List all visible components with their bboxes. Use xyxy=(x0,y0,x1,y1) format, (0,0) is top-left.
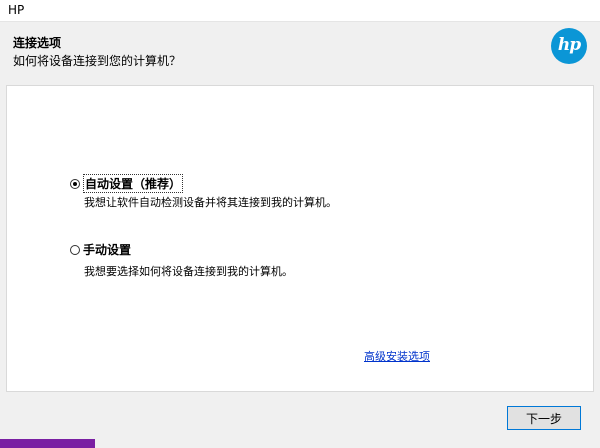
hp-logo-icon: hp xyxy=(551,28,587,64)
taskbar-strip xyxy=(0,439,95,448)
option-manual-setup[interactable]: 手动设置 xyxy=(70,241,131,258)
hp-logo-text: hp xyxy=(557,35,581,55)
window-titlebar: HP xyxy=(0,0,600,22)
advanced-install-options-link[interactable]: 高级安装选项 xyxy=(364,348,430,364)
radio-auto-setup[interactable] xyxy=(70,178,80,189)
window-title: HP xyxy=(8,3,25,17)
radio-manual-setup[interactable] xyxy=(70,244,80,255)
dialog-header: 连接选项 如何将设备连接到您的计算机？ xyxy=(0,22,600,82)
next-button[interactable]: 下一步 xyxy=(507,406,581,430)
header-title: 连接选项 xyxy=(13,36,62,50)
option-auto-setup[interactable]: 自动设置（推荐） xyxy=(70,174,184,193)
header-subtitle: 如何将设备连接到您的计算机？ xyxy=(13,54,182,68)
option-auto-setup-description: 我想让软件自动检测设备并将其连接到我的计算机。 xyxy=(84,196,337,209)
option-manual-setup-description: 我想要选择如何将设备连接到我的计算机。 xyxy=(84,265,293,278)
option-manual-setup-label[interactable]: 手动设置 xyxy=(83,241,131,258)
option-auto-setup-label[interactable]: 自动设置（推荐） xyxy=(83,174,184,193)
content-panel: 自动设置（推荐） 我想让软件自动检测设备并将其连接到我的计算机。 手动设置 我想… xyxy=(6,85,594,392)
